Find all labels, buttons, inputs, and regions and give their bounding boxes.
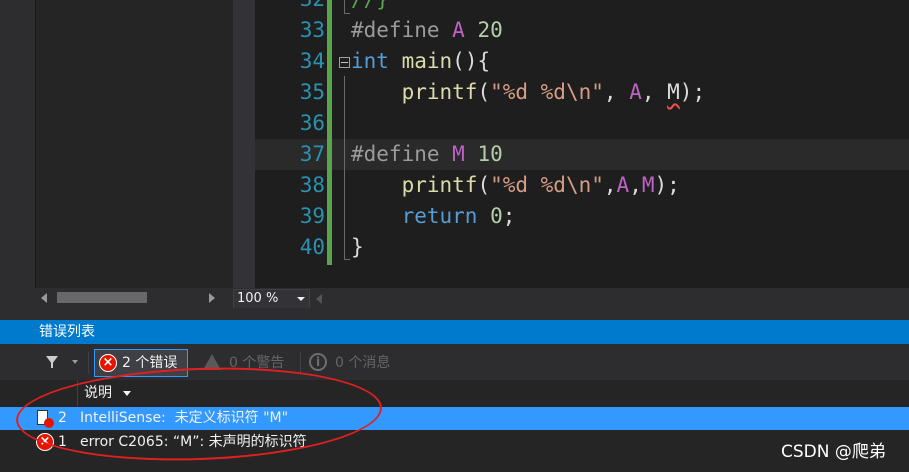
outline-guide [344,76,345,260]
outline-guide-end [344,13,350,14]
code-token: #define [351,18,453,42]
error-list-title-bar: 错误列表 [0,320,909,344]
code-token: #define [351,142,453,166]
panel-title: 错误列表 [39,324,95,340]
code-token: printf [401,80,478,104]
change-tracking-bar [327,0,332,265]
scrollbar-thumb[interactable] [57,292,147,303]
line-number: 32 [255,0,325,15]
info-icon: i [309,353,327,371]
code-token: main [401,49,453,73]
code-token: //} [351,0,389,11]
code-token: } [351,235,364,259]
code-token: "%d %d\n" [490,80,604,104]
code-token: , [603,80,630,104]
code-token: M [641,173,655,197]
left-tool-strip [0,0,36,288]
code-line[interactable]: 37 #define M 10 [255,139,909,170]
scroll-left-arrow-icon[interactable] [41,293,47,303]
code-token: M [452,142,465,166]
horizontal-scrollbar[interactable] [35,288,233,308]
code-token: 0 [490,204,503,228]
code-text: printf("%d %d\n", A, M); [351,77,706,108]
code-line[interactable]: 35 printf("%d %d\n", A, M); [255,77,909,108]
code-editor[interactable]: 32//}33#define A 2034int main(){35 print… [255,0,909,288]
code-line[interactable]: 33 #define A 20 [255,15,909,46]
code-token: , [629,173,642,197]
zoom-dropdown[interactable]: 100 % [233,289,310,309]
toolbar-separator [300,352,301,374]
code-text: #define A 20 [351,15,503,46]
code-token: "%d %d\n" [490,173,604,197]
code-line[interactable]: 36 [255,108,909,139]
line-number: 39 [299,204,325,228]
code-text: return 0; [351,201,516,232]
line-number: 40 [299,235,325,259]
code-token: (){ [452,49,491,73]
scroll-left-arrow-icon[interactable] [316,294,322,304]
code-token: 10 [477,142,503,166]
code-token: printf [401,173,478,197]
messages-count-label: 0 个消息 [335,355,391,371]
code-token: ( [477,173,491,197]
messages-filter-button[interactable]: i 0 个消息 [306,349,406,377]
chevron-down-icon [297,297,305,301]
line-number: 38 [299,173,325,197]
code-token: return [401,204,478,228]
code-text: int main(){ [351,46,490,77]
scroll-right-arrow-icon[interactable] [209,293,215,303]
code-token: A [629,80,642,104]
error-icon: × [99,354,117,372]
watermark: CSDN @爬弟 [781,442,886,462]
line-number: 34 [299,49,325,73]
code-text: #define M 10 [351,139,503,170]
outline-guide [344,0,345,14]
code-token: ; [502,204,516,228]
code-token: A [616,173,630,197]
editor-left-gutter [233,0,255,288]
error-squiggle-token: M [667,80,680,104]
code-line[interactable]: 39 return 0; [255,201,909,232]
line-number: 36 [299,111,325,135]
code-token: ); [654,173,680,197]
code-line[interactable]: 32 //} [255,0,909,15]
line-number: 37 [299,142,325,166]
code-text: printf("%d %d\n",A,M); [351,170,680,201]
zoom-value: 100 % [237,291,279,306]
code-token: A [452,18,465,42]
filter-dropdown-icon[interactable] [72,360,78,364]
code-text: } [351,232,364,263]
code-line[interactable]: 40} [255,232,909,263]
toolbar-separator [88,352,89,374]
code-token: ); [679,80,706,104]
line-number: 33 [299,18,325,42]
code-text: //} [351,0,389,15]
collapse-toggle-icon[interactable] [339,57,350,68]
code-token: , [603,173,617,197]
code-token: ( [477,80,491,104]
code-line[interactable]: 34 int main(){ [255,46,909,77]
code-token: , [641,80,668,104]
filter-icon-stem [51,362,53,368]
outline-guide-end [344,259,350,260]
code-line[interactable]: 38 printf("%d %d\n",A,M); [255,170,909,201]
solution-explorer-panel [0,0,233,288]
code-token: int [351,49,389,73]
panel-splitter[interactable] [0,308,909,320]
line-number: 35 [299,80,325,104]
code-token: 20 [477,18,503,42]
